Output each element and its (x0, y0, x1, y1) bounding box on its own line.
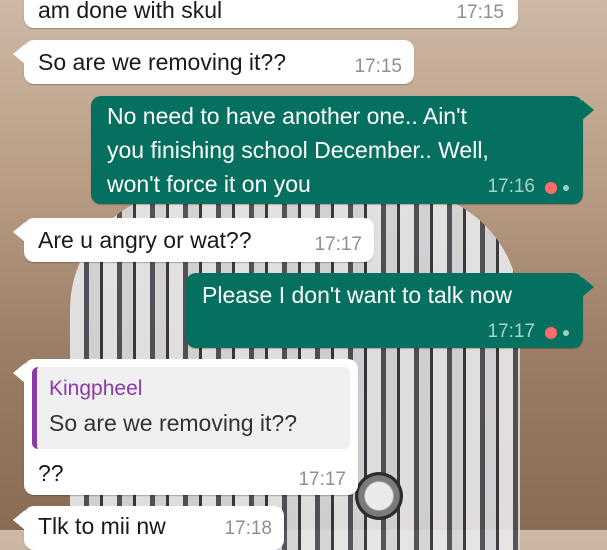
bubble-tail (582, 277, 594, 297)
quoted-text: So are we removing it?? (49, 410, 298, 436)
message-time: 17:17 (314, 234, 362, 255)
message-text: Tlk to mii nw (38, 513, 166, 539)
read-receipt-icon (563, 330, 569, 336)
bubble-tail (13, 44, 25, 64)
message-bubble-outgoing[interactable]: Please I don't want to talk now 17:17 (186, 273, 594, 348)
quoted-author: Kingpheel (49, 377, 143, 400)
message-bubble-outgoing[interactable]: No need to have another one.. Ain't you … (91, 96, 594, 204)
bubble-tail (13, 363, 25, 383)
message-text: am done with skul (38, 0, 223, 23)
message-time: 17:16 (487, 176, 535, 197)
message-text-line: No need to have another one.. Ain't (107, 103, 467, 129)
message-time: 17:17 (298, 469, 346, 490)
message-text: Please I don't want to talk now (202, 282, 512, 308)
bubble-tail (13, 510, 25, 530)
message-text: Are u angry or wat?? (38, 227, 252, 253)
message-time: 17:17 (487, 321, 535, 342)
message-text: So are we removing it?? (38, 49, 287, 75)
message-bubble-incoming[interactable]: So are we removing it?? 17:15 (13, 40, 414, 84)
bubble-tail (582, 100, 594, 120)
message-time: 17:18 (224, 518, 272, 539)
status-dot-icon (545, 327, 557, 339)
message-text-line: won't force it on you (107, 171, 311, 197)
message-bubble-incoming[interactable]: am done with skul 17:15 (24, 0, 518, 28)
status-dot-icon (545, 182, 557, 194)
message-text-line: you finishing school December.. Well, (107, 137, 489, 163)
read-receipt-icon (563, 185, 569, 191)
message-time: 17:15 (456, 2, 504, 23)
bubble-tail (13, 222, 25, 242)
message-bubble-incoming-reply[interactable]: Kingpheel So are we removing it?? ?? 17:… (13, 359, 358, 495)
message-time: 17:15 (354, 56, 402, 77)
quoted-message[interactable]: Kingpheel So are we removing it?? (32, 367, 350, 449)
background-photo-watch (355, 472, 403, 520)
message-bubble-incoming[interactable]: Are u angry or wat?? 17:17 (13, 218, 374, 262)
message-text: ?? (38, 460, 64, 486)
message-bubble-incoming[interactable]: Tlk to mii nw 17:18 (13, 506, 284, 550)
